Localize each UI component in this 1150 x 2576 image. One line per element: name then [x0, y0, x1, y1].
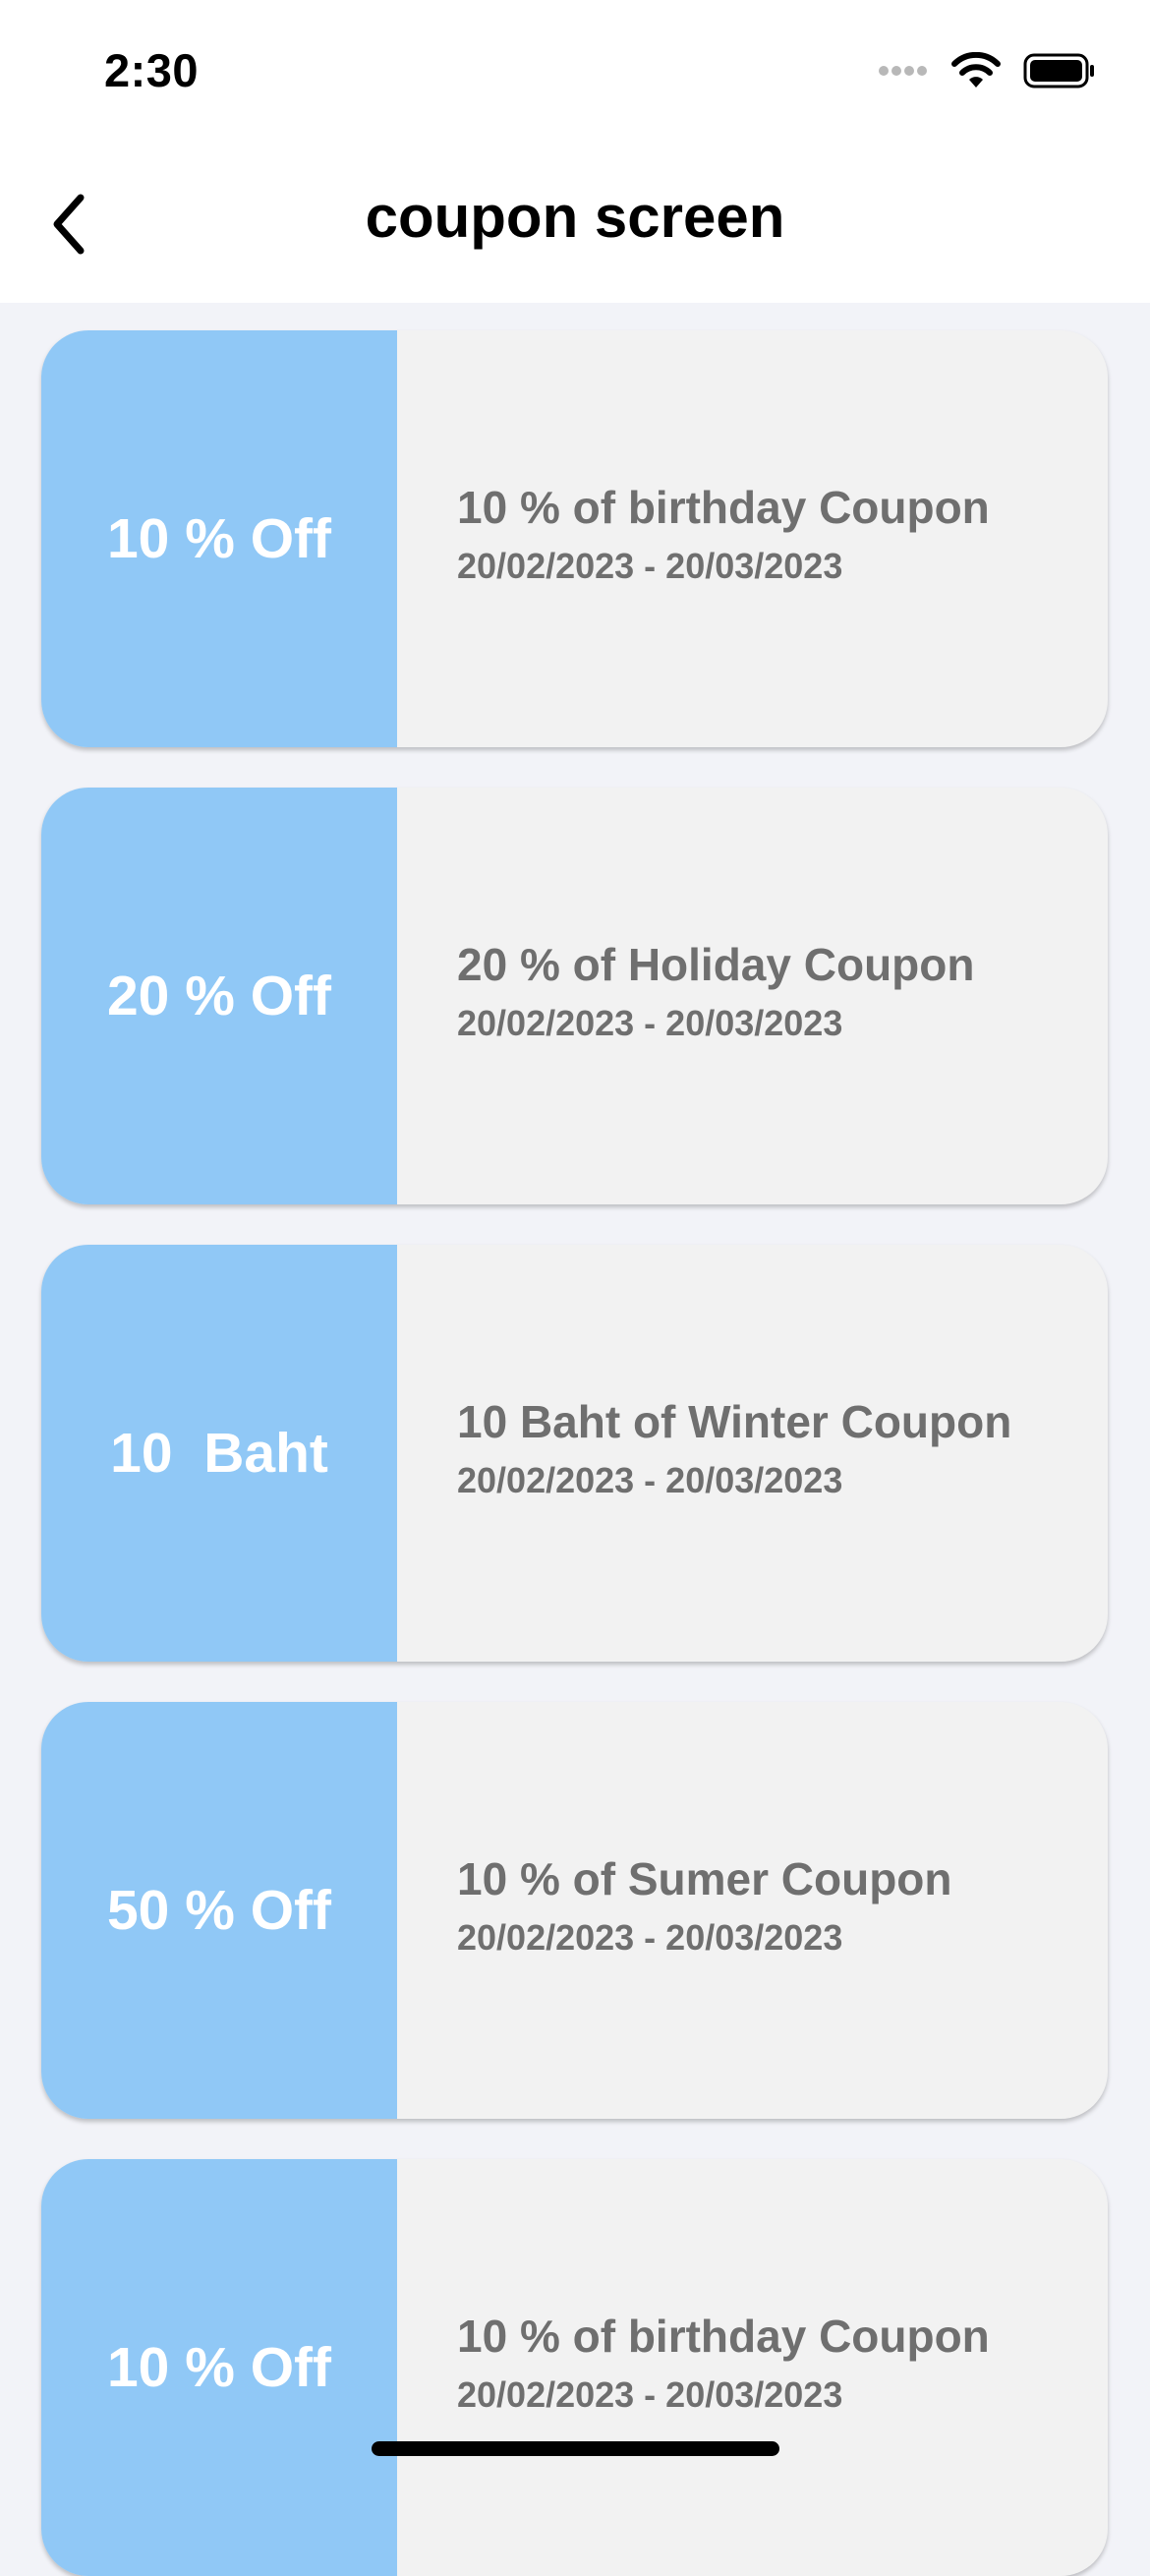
- coupon-title: 10 % of birthday Coupon: [457, 2311, 990, 2362]
- coupon-title: 20 % of Holiday Coupon: [457, 939, 975, 990]
- status-time: 2:30: [104, 44, 200, 96]
- signal-icon: [878, 64, 929, 83]
- coupon-amount-panel: 20 % Off: [41, 788, 397, 1204]
- coupon-title: 10 % of Sumer Coupon: [457, 1853, 952, 1904]
- coupon-details: 20 % of Holiday Coupon 20/02/2023 - 20/0…: [397, 788, 1108, 1204]
- nav-bar: coupon screen: [0, 147, 1150, 303]
- coupon-title: 10 % of birthday Coupon: [457, 482, 990, 533]
- coupon-card[interactable]: 50 % Off 10 % of Sumer Coupon 20/02/2023…: [41, 1702, 1108, 2119]
- coupon-details: 10 % of birthday Coupon 20/02/2023 - 20/…: [397, 330, 1108, 747]
- coupon-amount-panel: 10 % Off: [41, 330, 397, 747]
- coupon-dates: 20/02/2023 - 20/03/2023: [457, 1917, 843, 1958]
- coupon-amount-panel: 50 % Off: [41, 1702, 397, 2119]
- wifi-icon: [950, 51, 1002, 94]
- coupon-details: 10 % of Sumer Coupon 20/02/2023 - 20/03/…: [397, 1702, 1108, 2119]
- coupon-dates: 20/02/2023 - 20/03/2023: [457, 1003, 843, 1043]
- coupon-amount: 10 % Off: [106, 2336, 332, 2399]
- coupon-amount-panel: 10 % Off: [41, 2159, 397, 2576]
- status-icons: [878, 51, 1096, 94]
- coupon-card[interactable]: 20 % Off 20 % of Holiday Coupon 20/02/20…: [41, 788, 1108, 1204]
- page-title: coupon screen: [365, 184, 785, 250]
- coupon-amount-panel: 10 Baht: [41, 1245, 397, 1662]
- battery-icon: [1023, 53, 1096, 93]
- coupon-amount: 10 % Off: [106, 507, 332, 570]
- coupon-dates: 20/02/2023 - 20/03/2023: [457, 1460, 843, 1500]
- coupon-card[interactable]: 10 Baht 10 Baht of Winter Coupon 20/02/2…: [41, 1245, 1108, 1662]
- coupon-details: 10 Baht of Winter Coupon 20/02/2023 - 20…: [397, 1245, 1108, 1662]
- coupon-amount: 20 % Off: [106, 965, 332, 1027]
- coupon-title: 10 Baht of Winter Coupon: [457, 1396, 1012, 1447]
- coupon-amount: 10 Baht: [110, 1422, 328, 1485]
- coupon-dates: 20/02/2023 - 20/03/2023: [457, 2374, 843, 2415]
- home-indicator[interactable]: [372, 2441, 779, 2456]
- status-bar: 2:30: [0, 0, 1150, 147]
- coupon-card[interactable]: 10 % Off 10 % of birthday Coupon 20/02/2…: [41, 2159, 1108, 2576]
- coupon-dates: 20/02/2023 - 20/03/2023: [457, 546, 843, 586]
- coupon-card[interactable]: 10 % Off 10 % of birthday Coupon 20/02/2…: [41, 330, 1108, 747]
- coupon-amount: 50 % Off: [106, 1879, 332, 1942]
- coupon-details: 10 % of birthday Coupon 20/02/2023 - 20/…: [397, 2159, 1108, 2576]
